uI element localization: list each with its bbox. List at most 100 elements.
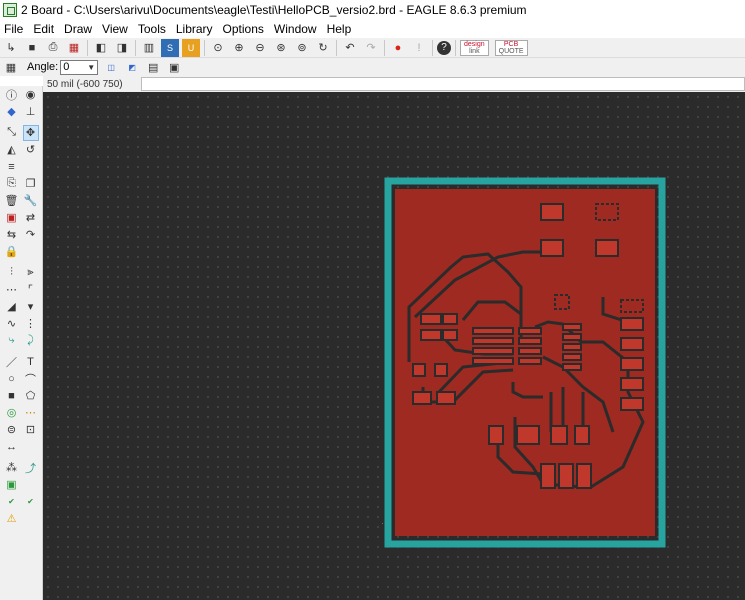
mirror-icon[interactable]: ◭: [4, 142, 20, 158]
help-icon[interactable]: ?: [437, 40, 451, 55]
menu-file[interactable]: File: [0, 22, 28, 36]
rotate-icon[interactable]: ↺: [23, 142, 39, 158]
miter-icon[interactable]: ⌜: [23, 282, 39, 298]
script-icon[interactable]: S: [161, 38, 179, 57]
ripup-icon[interactable]: ⋮: [23, 316, 39, 332]
stop-icon[interactable]: ●: [389, 39, 407, 57]
circle-icon[interactable]: ○: [4, 371, 20, 387]
optimize-icon[interactable]: ⋯: [4, 282, 20, 298]
title-bar: 2 Board - C:\Users\arivu\Documents\eagle…: [0, 0, 745, 20]
pad: [550, 425, 568, 445]
route-multi-icon[interactable]: ⤸: [23, 333, 39, 349]
pad: [472, 327, 514, 335]
smash-icon[interactable]: ⫶: [4, 265, 20, 281]
route-icon[interactable]: ⤷: [4, 333, 20, 349]
arc-icon[interactable]: ⌒: [23, 371, 39, 387]
pad: [518, 337, 542, 345]
pad: [488, 425, 504, 445]
ratsnest-icon[interactable]: ⁂: [4, 460, 20, 476]
move-icon[interactable]: ⤡: [4, 125, 20, 141]
zoom-fit-icon[interactable]: ⊙: [209, 39, 227, 57]
text-icon[interactable]: T: [23, 354, 39, 370]
signal-icon[interactable]: ⋯: [23, 405, 39, 421]
info-icon[interactable]: ⓘ: [4, 87, 20, 103]
menu-window[interactable]: Window: [269, 22, 322, 36]
menu-library[interactable]: Library: [171, 22, 218, 36]
board-switch-icon[interactable]: ◨: [113, 39, 131, 57]
library-icon[interactable]: ▥: [140, 39, 158, 57]
dimension-icon[interactable]: ↔: [4, 439, 20, 455]
select-icon[interactable]: ✥: [22, 124, 39, 141]
pad: [518, 327, 542, 335]
mark-icon[interactable]: ⊥: [23, 104, 39, 120]
display-layers-icon[interactable]: ◆: [4, 104, 20, 120]
zoom-in-icon[interactable]: ⊕: [230, 39, 248, 57]
zoom-out-icon[interactable]: ⊖: [251, 39, 269, 57]
board-canvas[interactable]: ··: [43, 92, 745, 600]
open-icon[interactable]: ↳: [2, 39, 20, 57]
cam-icon[interactable]: ▦: [65, 39, 83, 57]
autorouter-icon[interactable]: ⤴: [23, 460, 39, 476]
grid-icon[interactable]: ▦: [2, 58, 20, 76]
undo-icon[interactable]: ↶: [341, 39, 359, 57]
attribute-icon[interactable]: ⊡: [23, 422, 39, 438]
redo-icon[interactable]: ↷: [362, 39, 380, 57]
slice-icon[interactable]: ◢: [4, 299, 20, 315]
save-icon[interactable]: ■: [23, 39, 41, 57]
change-icon[interactable]: 🔧: [23, 193, 39, 209]
pcb-board-drawing: ··: [381, 177, 666, 548]
layout-icon-1[interactable]: ▤: [144, 58, 162, 76]
wire-icon[interactable]: ／: [4, 354, 20, 370]
menu-edit[interactable]: Edit: [28, 22, 59, 36]
via-arrow-icon[interactable]: ▾: [23, 299, 39, 315]
ulp-icon[interactable]: U: [182, 38, 200, 57]
spin-icon[interactable]: ◩: [123, 58, 141, 76]
pcb-quote-line1: PCB: [503, 40, 519, 48]
paste-icon[interactable]: ❐: [23, 176, 39, 192]
menu-tools[interactable]: Tools: [133, 22, 171, 36]
redraw-icon[interactable]: ↻: [314, 39, 332, 57]
eagle-app-icon: [3, 3, 17, 17]
pad: [442, 329, 458, 341]
design-link-button[interactable]: design link: [460, 39, 489, 56]
via-icon[interactable]: ◎: [4, 405, 20, 421]
split-icon[interactable]: ⫸: [23, 265, 39, 281]
go-icon[interactable]: !: [410, 39, 428, 57]
zoom-select-icon[interactable]: ⊚: [293, 39, 311, 57]
zoom-window-icon[interactable]: ⊛: [272, 39, 290, 57]
layout-icon-2[interactable]: ▣: [165, 58, 183, 76]
drc-icon[interactable]: ✔: [4, 494, 20, 510]
polygon-icon[interactable]: ⬠: [23, 388, 39, 404]
delete-icon[interactable]: 🗑: [4, 193, 20, 209]
meander-icon[interactable]: ∿: [4, 316, 20, 332]
copy-icon[interactable]: ⎘: [4, 176, 20, 192]
angle-select[interactable]: 0 ▼: [60, 59, 99, 75]
print-icon[interactable]: ⎙: [44, 39, 62, 57]
menu-help[interactable]: Help: [322, 22, 357, 36]
erc-drc-icon[interactable]: ✔: [23, 494, 39, 510]
value-icon[interactable]: ↷: [23, 227, 39, 243]
schematic-switch-icon[interactable]: ◧: [92, 39, 110, 57]
pad: [576, 463, 592, 489]
pcb-quote-button[interactable]: PCB QUOTE: [494, 39, 528, 56]
pad: [420, 313, 442, 325]
pad: [412, 363, 426, 377]
pad: [472, 357, 514, 365]
align-icon[interactable]: ≡: [4, 159, 20, 175]
mirror-icon[interactable]: ◫: [102, 58, 120, 76]
rectangle-icon[interactable]: ■: [4, 388, 20, 404]
left-tool-palette: ⓘ ◉ ◆ ⊥ ⤡ ✥ ◭ ↺ ≡ ⎘ ❐ 🗑 🔧 ▣ ⇄ ⇆ ↷ 🔒 ⫶ ⫸ ⋯ ⌜ ◢ ▾ ∿ ⋮ …: [0, 86, 43, 600]
menu-draw[interactable]: Draw: [59, 22, 97, 36]
errors-warning-icon[interactable]: ⚠: [4, 511, 20, 527]
command-input[interactable]: [141, 77, 745, 91]
hole-icon[interactable]: ⊜: [4, 422, 20, 438]
name-icon[interactable]: ⇆: [4, 227, 20, 243]
add-icon[interactable]: ▣: [4, 210, 20, 226]
replace-icon[interactable]: ⇄: [23, 210, 39, 226]
show-icon[interactable]: ◉: [23, 87, 39, 103]
design-block-icon[interactable]: ▣: [4, 477, 20, 493]
pad: [472, 337, 514, 345]
menu-options[interactable]: Options: [218, 22, 269, 36]
menu-view[interactable]: View: [97, 22, 133, 36]
lock-icon[interactable]: 🔒: [4, 244, 20, 260]
